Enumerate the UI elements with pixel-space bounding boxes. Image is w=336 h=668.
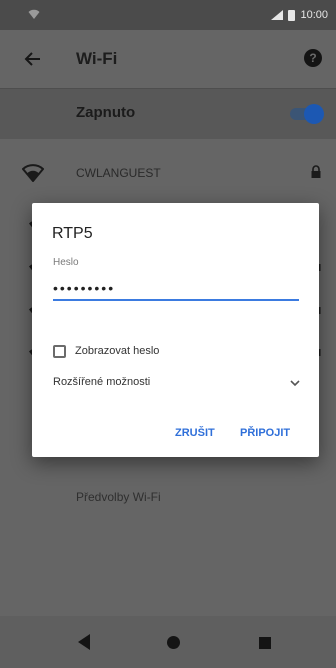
network-name: CWLANGUEST: [76, 166, 161, 180]
chevron-down-icon: [290, 380, 300, 387]
wifi-status-icon: [28, 9, 40, 19]
status-time: 10:00: [300, 9, 328, 21]
wifi-toggle-knob: [304, 104, 324, 124]
page-title: Wi-Fi: [76, 49, 118, 68]
phone-screen: 10:00 Wi-Fi ? Zapnuto CWLANGUEST Předvol…: [0, 0, 336, 668]
wifi-preferences-item[interactable]: Předvolby Wi-Fi: [76, 490, 161, 504]
navigation-bar: [0, 616, 336, 668]
nav-back-icon[interactable]: [78, 634, 90, 650]
advanced-options-dropdown[interactable]: Rozšířené možnosti: [53, 373, 301, 393]
show-password-checkbox[interactable]: [53, 344, 66, 358]
show-password-label: Zobrazovat heslo: [75, 345, 160, 357]
signal-icon: [271, 10, 284, 20]
advanced-options-label: Rozšířené možnosti: [53, 376, 151, 388]
network-item[interactable]: CWLANGUEST: [0, 152, 336, 196]
battery-icon: [288, 9, 296, 21]
nav-recents-icon[interactable]: [259, 637, 271, 649]
wifi-toggle[interactable]: [290, 104, 324, 124]
wifi-switch-label: Zapnuto: [76, 104, 136, 121]
dialog-title: RTP5: [52, 225, 93, 242]
nav-home-icon[interactable]: [167, 636, 180, 649]
wifi-switch-bar[interactable]: Zapnuto: [0, 88, 336, 139]
lock-icon: [311, 165, 321, 178]
connect-button[interactable]: PŘIPOJIT: [240, 427, 290, 439]
password-label: Heslo: [53, 257, 79, 268]
help-icon[interactable]: ?: [304, 49, 322, 67]
cancel-button[interactable]: ZRUŠIT: [175, 427, 215, 439]
password-input[interactable]: [53, 277, 299, 301]
show-password-option[interactable]: Zobrazovat heslo: [53, 342, 159, 360]
status-icons: 10:00: [271, 9, 328, 21]
back-arrow-icon[interactable]: [22, 48, 44, 70]
wifi-password-dialog: RTP5 Heslo Zobrazovat heslo Rozšířené mo…: [32, 203, 319, 457]
status-bar: 10:00: [0, 0, 336, 30]
wifi-signal-icon: [22, 164, 44, 182]
app-bar: Wi-Fi ?: [0, 30, 336, 88]
